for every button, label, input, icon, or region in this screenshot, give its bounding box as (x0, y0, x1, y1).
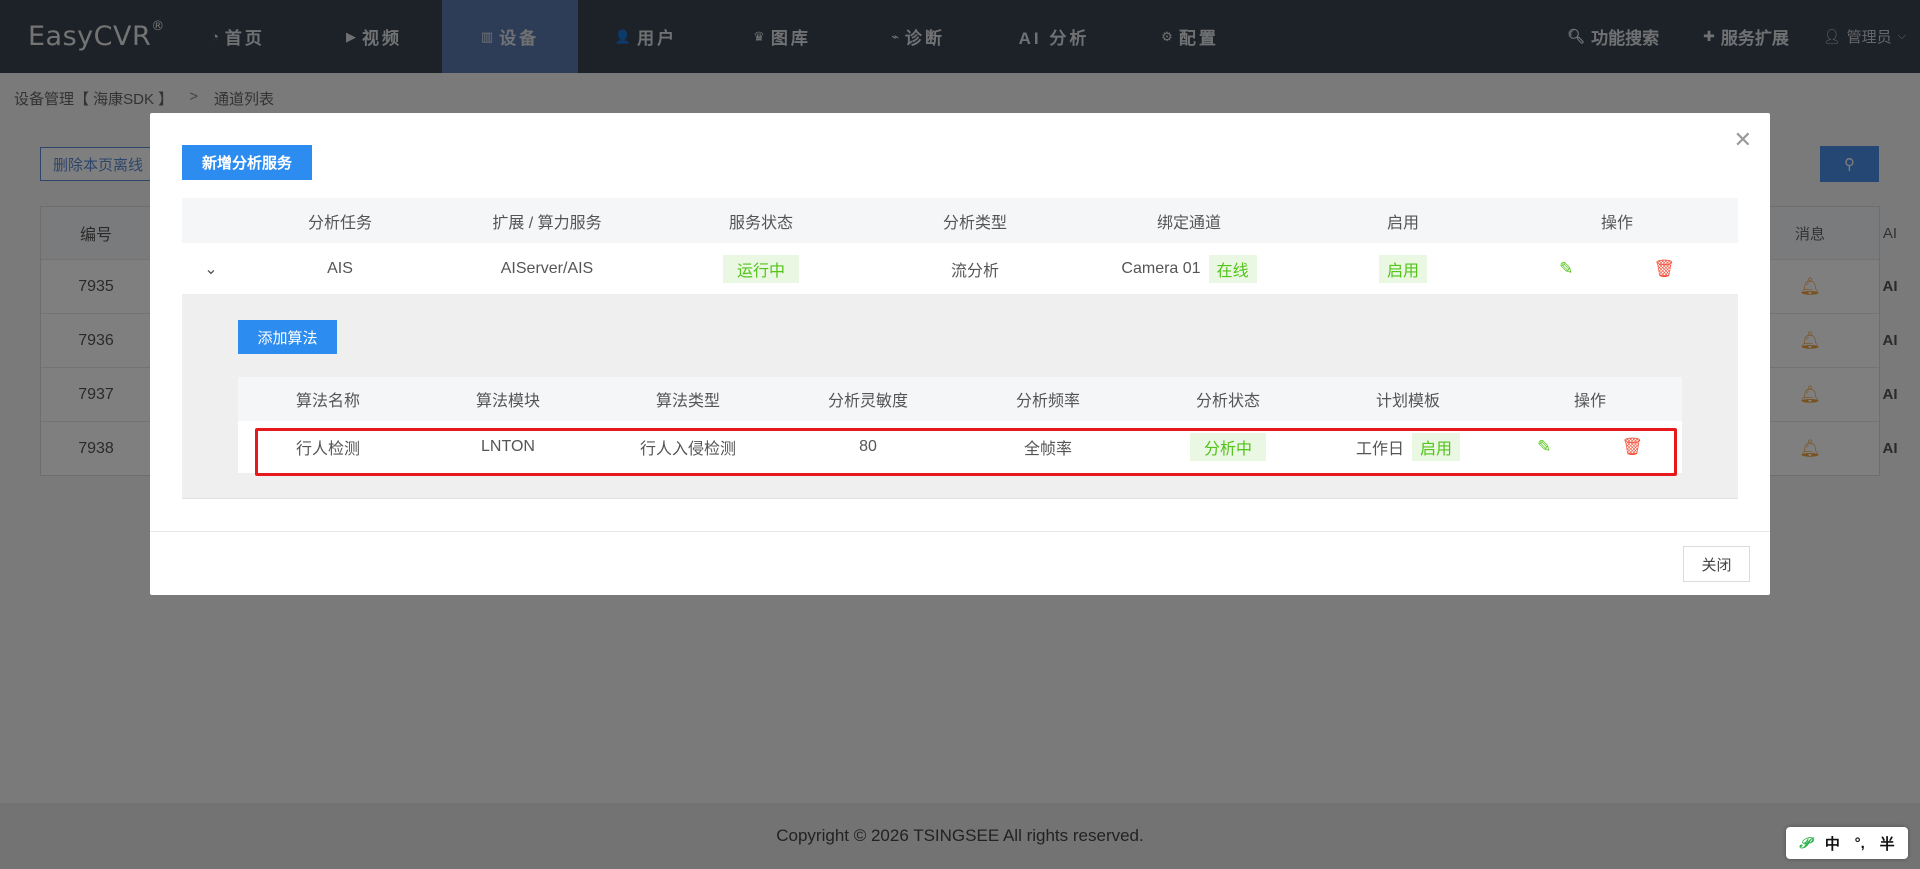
column-frequency: 分析频率 (1015, 393, 1080, 410)
column-algo-type: 算法类型 (655, 393, 720, 410)
table-row: ⌄ AIS AIServer/AIS 运行中 流分析 Camera 01 在线 启… (182, 243, 1738, 295)
algorithm-table-header: 算法名称 算法模块 算法类型 分析灵敏度 分析频率 分析状态 计划模板 操作 (238, 377, 1682, 421)
template-name: 工作日 (1355, 441, 1404, 458)
analysis-service-modal: ✕ 新增分析服务 分析任务 扩展 / 算力服务 服务状态 分析类型 绑定通道 启… (150, 113, 1770, 595)
algo-sensitivity: 80 (859, 438, 877, 455)
ime-width[interactable]: 半 (1880, 833, 1895, 854)
algorithm-panel: 添加算法 算法名称 算法模块 算法类型 分析灵敏度 分析频率 分析状态 计划模板… (182, 295, 1738, 499)
service-channel: Camera 01 在线 (1082, 254, 1296, 283)
trash-icon[interactable]: 🗑︎ (1653, 259, 1675, 279)
algo-module: LNTON (481, 438, 535, 455)
column-task: 分析任务 (307, 214, 372, 232)
column-algo-actions: 操作 (1573, 393, 1606, 410)
edit-icon[interactable]: ✎ (1537, 437, 1551, 457)
channel-name: Camera 01 (1121, 259, 1201, 277)
column-algo-module: 算法模块 (475, 393, 540, 410)
enabled-badge: 启用 (1378, 254, 1427, 283)
service-status: 运行中 (654, 254, 868, 283)
service-type: 流分析 (950, 262, 999, 280)
column-enabled: 启用 (1386, 214, 1419, 232)
chevron-down-icon[interactable]: ⌄ (182, 259, 240, 279)
add-analysis-service-button[interactable]: 新增分析服务 (182, 145, 312, 180)
service-table-header: 分析任务 扩展 / 算力服务 服务状态 分析类型 绑定通道 启用 操作 (182, 198, 1738, 243)
trash-icon[interactable]: 🗑︎ (1621, 437, 1643, 457)
column-algo-name: 算法名称 (295, 393, 360, 410)
column-status: 服务状态 (728, 214, 793, 232)
status-badge: 运行中 (722, 254, 799, 283)
edit-icon[interactable]: ✎ (1559, 259, 1573, 279)
close-button[interactable]: 关闭 (1683, 546, 1750, 582)
algo-template: 工作日 启用 (1318, 433, 1498, 461)
close-icon[interactable]: ✕ (1734, 129, 1752, 151)
algo-status: 分析中 (1138, 433, 1318, 461)
algo-actions: ✎ 🗑︎ (1498, 437, 1682, 457)
algo-frequency: 全帧率 (1023, 441, 1072, 458)
service-table: 分析任务 扩展 / 算力服务 服务状态 分析类型 绑定通道 启用 操作 ⌄ AI… (182, 198, 1738, 295)
column-analysis-status: 分析状态 (1195, 393, 1260, 410)
service-enabled: 启用 (1296, 254, 1510, 283)
ime-toolbar[interactable]: 𝒫 中 °, 半 (1786, 827, 1908, 859)
add-algorithm-button[interactable]: 添加算法 (238, 320, 337, 354)
service-name: AIServer/AIS (500, 259, 594, 277)
enabled-badge: 启用 (1412, 433, 1461, 461)
status-badge: 分析中 (1189, 433, 1266, 461)
ime-punctuation[interactable]: °, (1855, 835, 1865, 852)
ime-language[interactable]: 中 (1825, 833, 1840, 854)
algo-name: 行人检测 (295, 441, 360, 458)
column-actions: 操作 (1600, 214, 1633, 232)
ime-logo-icon: 𝒫 (1799, 834, 1811, 852)
service-task: AIS (327, 259, 353, 277)
column-template: 计划模板 (1375, 393, 1440, 410)
modal-footer-divider (150, 531, 1770, 532)
column-sensitivity: 分析灵敏度 (827, 393, 908, 410)
service-actions: ✎ 🗑︎ (1510, 259, 1724, 279)
algo-type: 行人入侵检测 (639, 441, 736, 458)
online-badge: 在线 (1208, 254, 1257, 283)
algorithm-table: 算法名称 算法模块 算法类型 分析灵敏度 分析频率 分析状态 计划模板 操作 行… (238, 377, 1682, 476)
column-service: 扩展 / 算力服务 (492, 214, 602, 232)
column-type: 分析类型 (942, 214, 1007, 232)
column-channel: 绑定通道 (1156, 214, 1221, 232)
table-row: 行人检测 LNTON 行人入侵检测 80 全帧率 分析中 工作日 启用 ✎ 🗑︎ (238, 421, 1682, 473)
